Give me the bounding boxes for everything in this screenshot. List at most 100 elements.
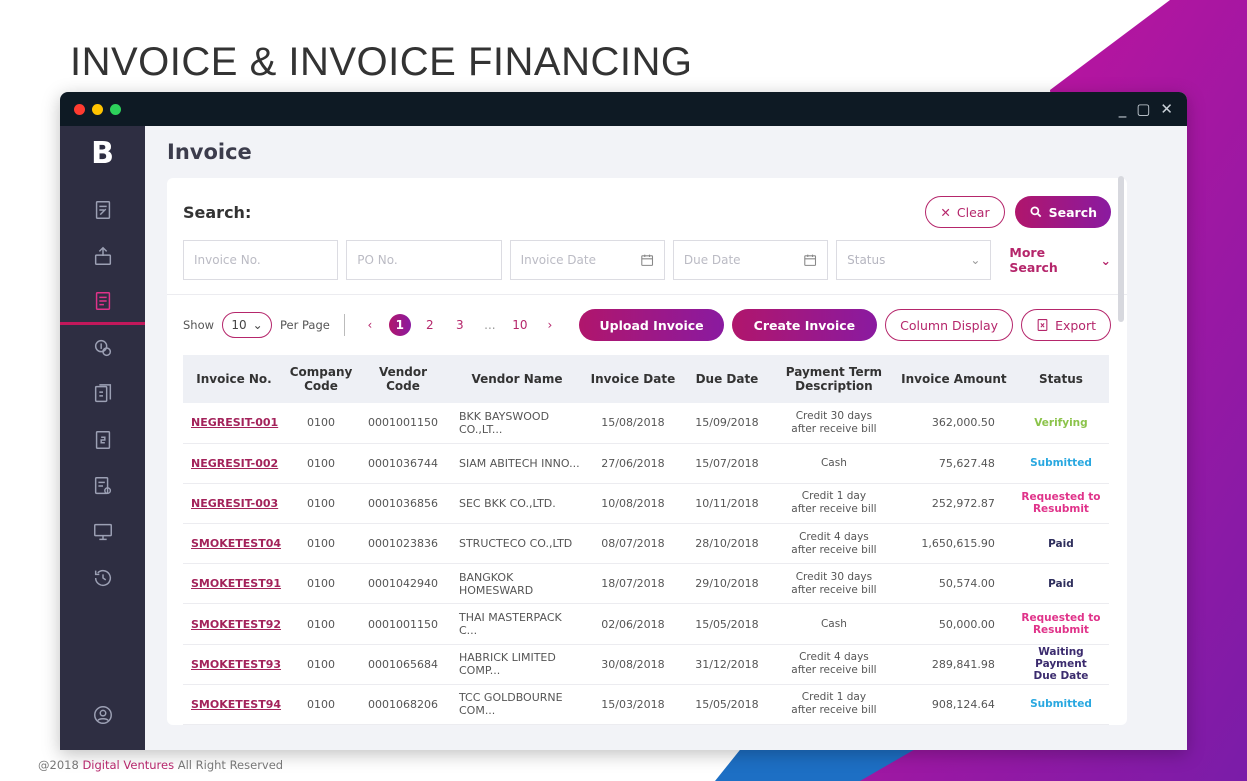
- status-line2: Resubmit: [1032, 624, 1089, 637]
- po-no-field[interactable]: [346, 240, 502, 280]
- due-date-input[interactable]: [683, 253, 803, 267]
- search-button[interactable]: Search: [1014, 196, 1111, 228]
- vendor-name-cell: STRUCTECO CO.,LTD: [448, 523, 585, 565]
- sidebar-item-financing[interactable]: [60, 325, 145, 371]
- create-invoice-button[interactable]: Create Invoice: [731, 309, 878, 341]
- vendor-code-cell: 0001001150: [357, 603, 449, 645]
- document-3-icon: [94, 384, 111, 403]
- sidebar-item-invoice[interactable]: [60, 279, 145, 325]
- status-badge: Paid: [1017, 578, 1105, 590]
- invoice-date-cell: 15/03/2018: [584, 684, 681, 726]
- invoice-no-field[interactable]: [183, 240, 339, 280]
- clear-button[interactable]: ✕ Clear: [925, 196, 1005, 228]
- title-bar: _ ▢ ✕: [60, 92, 1187, 126]
- per-page-select[interactable]: 10 ⌄: [222, 312, 273, 338]
- table-row[interactable]: SMOKETEST04 0100 0001023836 STRUCTECO CO.,L…: [183, 523, 1109, 565]
- status-cell: Verifying: [1012, 403, 1109, 444]
- po-no-input[interactable]: [357, 253, 491, 267]
- upload-invoice-button[interactable]: Upload Invoice: [579, 309, 724, 341]
- invoice-no-link[interactable]: SMOKETEST93: [183, 644, 286, 685]
- table-row[interactable]: SMOKETEST92 0100 0001001150 THAI MASTERPACK…: [183, 603, 1109, 645]
- invoice-no-link[interactable]: NEGRESIT-001: [183, 403, 286, 444]
- more-search-link[interactable]: More Search ⌄: [1009, 245, 1111, 275]
- invoice-no-link[interactable]: SMOKETEST91: [183, 563, 286, 605]
- col-status[interactable]: Status: [1012, 355, 1109, 403]
- sidebar-item-settings-doc[interactable]: [60, 463, 145, 509]
- vendor-name-cell: TCC GOLDBOURNE COM...: [448, 684, 585, 726]
- invoice-date-field[interactable]: [509, 240, 665, 280]
- page-button-3[interactable]: 3: [449, 318, 471, 332]
- minimize-dot-icon[interactable]: [92, 103, 103, 115]
- invoice-no-link[interactable]: NEGRESIT-002: [183, 443, 286, 484]
- invoice-date-cell: 27/06/2018: [584, 443, 681, 484]
- vendor-code-cell: 0001023836: [357, 523, 449, 565]
- table-actions: Upload Invoice Create Invoice Column Dis…: [579, 309, 1111, 341]
- payment-term-cell: Credit 1 day after receive bill: [772, 684, 895, 726]
- col-due-date[interactable]: Due Date: [680, 355, 773, 403]
- sidebar-item-reports[interactable]: [60, 371, 145, 417]
- prev-page-button[interactable]: ‹: [359, 318, 381, 332]
- status-cell: Requested to Resubmit: [1012, 603, 1109, 645]
- sidebar-item-documents[interactable]: [60, 187, 145, 233]
- page-button-10[interactable]: 10: [509, 318, 531, 332]
- table-row[interactable]: SMOKETEST93 0100 0001065684 HABRICK LIMITED…: [183, 644, 1109, 685]
- zoom-dot-icon[interactable]: [110, 103, 121, 115]
- minimize-icon[interactable]: _: [1119, 100, 1127, 118]
- calendar-icon[interactable]: [803, 252, 817, 268]
- payment-term-line1: Credit 1 day: [801, 490, 867, 503]
- col-company-code[interactable]: Company Code: [285, 355, 357, 403]
- invoice-no-link[interactable]: SMOKETEST92: [183, 603, 286, 645]
- col-payment-term-line1: Payment Term: [785, 365, 883, 379]
- payment-term-line2: after receive bill: [791, 422, 877, 435]
- scrollbar[interactable]: [1118, 176, 1124, 322]
- vendor-code-cell: 0001042940: [357, 563, 449, 605]
- sidebar-item-monitor[interactable]: [60, 509, 145, 555]
- invoice-date-cell: 02/06/2018: [584, 603, 681, 645]
- close-icon[interactable]: ✕: [1160, 100, 1173, 118]
- invoice-no-link[interactable]: SMOKETEST94: [183, 684, 286, 726]
- sidebar-item-statements[interactable]: [60, 417, 145, 463]
- due-date-cell: 15/07/2018: [680, 443, 773, 484]
- status-select[interactable]: Status ⌄: [836, 240, 992, 280]
- invoice-table: Invoice No. Company Code Vendor Code Vend…: [183, 355, 1109, 726]
- col-vendor-name[interactable]: Vendor Name: [448, 355, 585, 403]
- calendar-icon[interactable]: [640, 252, 654, 268]
- col-invoice-no[interactable]: Invoice No.: [183, 355, 286, 403]
- table-row[interactable]: NEGRESIT-001 0100 0001001150 BKK BAYSWOOD C…: [183, 403, 1109, 444]
- page-button-1[interactable]: 1: [388, 314, 411, 336]
- status-cell: Paid: [1012, 523, 1109, 565]
- next-page-button[interactable]: ›: [539, 318, 561, 332]
- monitor-icon: [93, 523, 112, 541]
- sidebar-item-history[interactable]: [60, 555, 145, 601]
- page-ellipsis: ...: [484, 318, 496, 332]
- company-code-cell: 0100: [285, 523, 357, 565]
- table-row[interactable]: NEGRESIT-003 0100 0001036856 SEC BKK CO.,LT…: [183, 483, 1109, 525]
- due-date-field[interactable]: [672, 240, 829, 280]
- invoice-no-link[interactable]: NEGRESIT-003: [183, 483, 286, 525]
- export-button[interactable]: Export: [1021, 309, 1111, 341]
- table-row[interactable]: SMOKETEST94 0100 0001068206 TCC GOLDBOURNE …: [183, 684, 1109, 726]
- table-row[interactable]: NEGRESIT-002 0100 0001036744 SIAM ABITECH I…: [183, 443, 1109, 484]
- sidebar-item-profile[interactable]: [60, 692, 145, 738]
- invoice-amount-cell: 252,972.87: [894, 483, 1013, 525]
- status-cell: Submitted: [1012, 684, 1109, 726]
- maximize-icon[interactable]: ▢: [1136, 100, 1150, 118]
- payment-term-line2: after receive bill: [791, 664, 877, 677]
- column-display-button[interactable]: Column Display: [885, 309, 1014, 341]
- page-button-2[interactable]: 2: [419, 318, 441, 332]
- close-dot-icon[interactable]: [74, 103, 85, 115]
- col-invoice-amount[interactable]: Invoice Amount: [894, 355, 1013, 403]
- sidebar-item-upload[interactable]: [60, 233, 145, 279]
- invoice-icon: [95, 291, 110, 310]
- app-logo[interactable]: B: [91, 136, 114, 171]
- invoice-no-input[interactable]: [194, 253, 328, 267]
- export-button-label: Export: [1055, 317, 1096, 333]
- col-vendor-code[interactable]: Vendor Code: [357, 355, 449, 403]
- invoice-no-link[interactable]: SMOKETEST04: [183, 523, 286, 565]
- col-payment-term[interactable]: Payment Term Description: [772, 355, 895, 403]
- table-row[interactable]: SMOKETEST91 0100 0001042940 BANGKOK HOMESWA…: [183, 563, 1109, 605]
- main-content: Invoice Search: ✕ Clear Search Invoice N…: [145, 126, 1187, 750]
- invoice-date-input[interactable]: [520, 253, 640, 267]
- company-code-cell: 0100: [285, 483, 357, 525]
- col-invoice-date[interactable]: Invoice Date: [584, 355, 681, 403]
